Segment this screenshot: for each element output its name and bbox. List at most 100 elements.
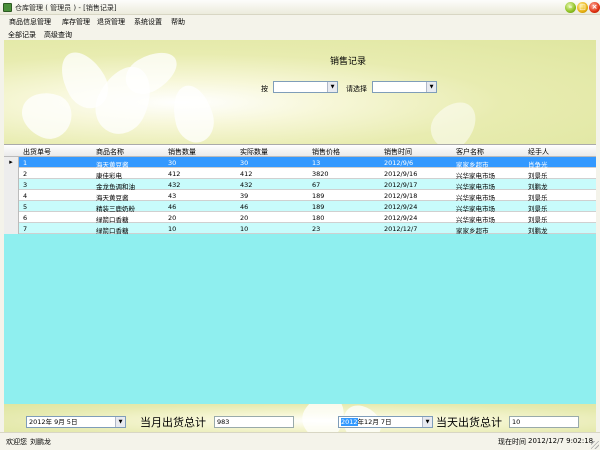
month-total-value: 983 [217,418,230,426]
cell-order-id: 6 [23,214,28,222]
table-row[interactable]: 7 绿箭口香糖 10 10 23 2012/12/7 家家乡超市 刘鹏龙 [4,223,596,235]
cell-actual-qty: 10 [240,225,249,233]
menu-item-help[interactable]: 帮助 [171,17,185,27]
cell-price: 23 [312,225,321,233]
table-row[interactable]: 2 康佳彩电 412 412 3820 2012/9/16 兴华家电市场 刘景乐 [4,168,596,180]
chevron-down-icon[interactable]: ▼ [327,82,337,92]
cell-actual-qty: 412 [240,170,253,178]
cell-sale-qty: 10 [168,225,177,233]
cell-price: 180 [312,214,325,222]
row-selector[interactable]: ▸ [4,157,19,168]
row-selector[interactable] [4,201,19,212]
cell-date: 2012/12/7 [384,225,418,233]
column-header[interactable]: 客户名称 [456,147,484,157]
cell-actual-qty: 46 [240,203,249,211]
chevron-down-icon[interactable]: ▼ [115,417,125,427]
value-select[interactable]: ▼ [372,81,437,93]
status-bar: 欢迎您 刘鹏龙 现在时间 2012/12/7 9:02:18 [0,432,600,450]
day-date-rest: 年12月 7日 [357,418,392,426]
cell-sale-qty: 46 [168,203,177,211]
table-row[interactable]: 5 精装三鹿奶粉 46 46 189 2012/9/24 兴华家电市场 刘景乐 [4,201,596,213]
menu-item-settings[interactable]: 系统设置 [134,17,162,27]
table-row[interactable]: 4 海天黄豆酱 43 39 189 2012/9/18 兴华家电市场 刘景乐 [4,190,596,202]
app-icon [3,3,12,12]
month-date-picker[interactable]: 2012年 9月 5日 ▼ [26,416,126,428]
cell-actual-qty: 20 [240,214,249,222]
column-header[interactable]: 销售数量 [168,147,196,157]
tab-advanced-search[interactable]: 高级查询 [44,30,72,40]
title-bar: 仓库管理 ( 管理员 ) - [销售记录] – □ × [0,0,600,15]
day-date-picker[interactable]: 2012年12月 7日 ▼ [338,416,433,428]
by-label: 按 [261,85,268,93]
time-label: 现在时间 [498,438,526,446]
chevron-down-icon[interactable]: ▼ [422,417,432,427]
welcome-label: 欢迎您 [6,438,27,446]
cell-price: 67 [312,181,321,189]
day-total-label: 当天出货总计 [436,416,502,429]
cell-order-id: 4 [23,192,28,200]
day-total-field: 10 [509,416,579,428]
tab-all-records[interactable]: 全部记录 [8,30,36,40]
cell-price: 189 [312,192,325,200]
cell-order-id: 5 [23,203,28,211]
page-title: 销售记录 [330,57,367,67]
cell-date: 2012/9/18 [384,192,418,200]
cell-date: 2012/9/24 [384,214,418,222]
row-selector[interactable] [4,223,19,234]
resize-grip-icon[interactable] [591,441,599,449]
column-header[interactable]: 实际数量 [240,147,268,157]
cell-date: 2012/9/17 [384,181,418,189]
cell-sale-qty: 43 [168,192,177,200]
cell-order-id: 1 [23,159,28,167]
record-tabs: 全部记录 高级查询 [0,28,600,40]
choose-label: 请选择 [346,85,367,93]
table-row[interactable]: 3 金龙鱼调和油 432 432 67 2012/9/17 兴华家电市场 刘鹏龙 [4,179,596,191]
search-panel: 销售记录 按 ▼ 请选择 ▼ [4,40,596,144]
column-header[interactable]: 商品名称 [96,147,124,157]
cell-sale-qty: 30 [168,159,177,167]
field-select[interactable]: ▼ [273,81,338,93]
column-header[interactable]: 出货单号 [23,147,51,157]
cell-date: 2012/9/24 [384,203,418,211]
month-total-field: 983 [214,416,294,428]
row-selector[interactable] [4,179,19,190]
sales-grid[interactable]: 出货单号 商品名称 销售数量 实际数量 销售价格 销售时间 客户名称 经手人 ▸… [4,144,596,404]
cell-price: 3820 [312,170,329,178]
row-selector[interactable] [4,168,19,179]
cell-order-id: 7 [23,225,28,233]
menu-item-returns[interactable]: 退货管理 [97,17,125,27]
table-row[interactable]: ▸ 1 海天黄豆酱 30 30 13 2012/9/6 家家乡超市 肖争光 [4,157,596,169]
cell-order-id: 2 [23,170,28,178]
cell-date: 2012/9/16 [384,170,418,178]
window-title: 仓库管理 ( 管理员 ) - [销售记录] [15,4,117,12]
menu-item-goods-info[interactable]: 商品信息管理 [9,17,51,27]
cell-sale-qty: 432 [168,181,181,189]
cell-sale-qty: 412 [168,170,181,178]
row-selector[interactable] [4,190,19,201]
day-date-year: 2012 [341,418,358,426]
totals-panel: 2012年 9月 5日 ▼ 当月出货总计 983 2012年12月 7日 ▼ 当… [4,404,596,432]
month-total-label: 当月出货总计 [140,416,206,429]
close-button[interactable]: × [589,2,600,13]
cell-actual-qty: 30 [240,159,249,167]
day-total-value: 10 [512,418,521,426]
cell-price: 189 [312,203,325,211]
cell-actual-qty: 432 [240,181,253,189]
chevron-down-icon[interactable]: ▼ [426,82,436,92]
minimize-button[interactable]: – [565,2,576,13]
cell-actual-qty: 39 [240,192,249,200]
menu-item-inventory[interactable]: 库存管理 [62,17,90,27]
column-header[interactable]: 销售时间 [384,147,412,157]
flower-decoration [422,92,486,144]
current-user: 刘鹏龙 [30,438,51,446]
row-selector[interactable] [4,212,19,223]
cell-price: 13 [312,159,321,167]
column-header[interactable]: 经手人 [528,147,549,157]
column-header[interactable]: 销售价格 [312,147,340,157]
cell-product: 绿箭口香糖 [96,227,129,235]
menu-bar: 商品信息管理 库存管理 退货管理 系统设置 帮助 [0,15,600,28]
table-row[interactable]: 6 绿箭口香糖 20 20 180 2012/9/24 兴华家电市场 刘景乐 [4,212,596,224]
cell-sale-qty: 20 [168,214,177,222]
flower-decoration [167,81,219,144]
maximize-button[interactable]: □ [577,2,588,13]
